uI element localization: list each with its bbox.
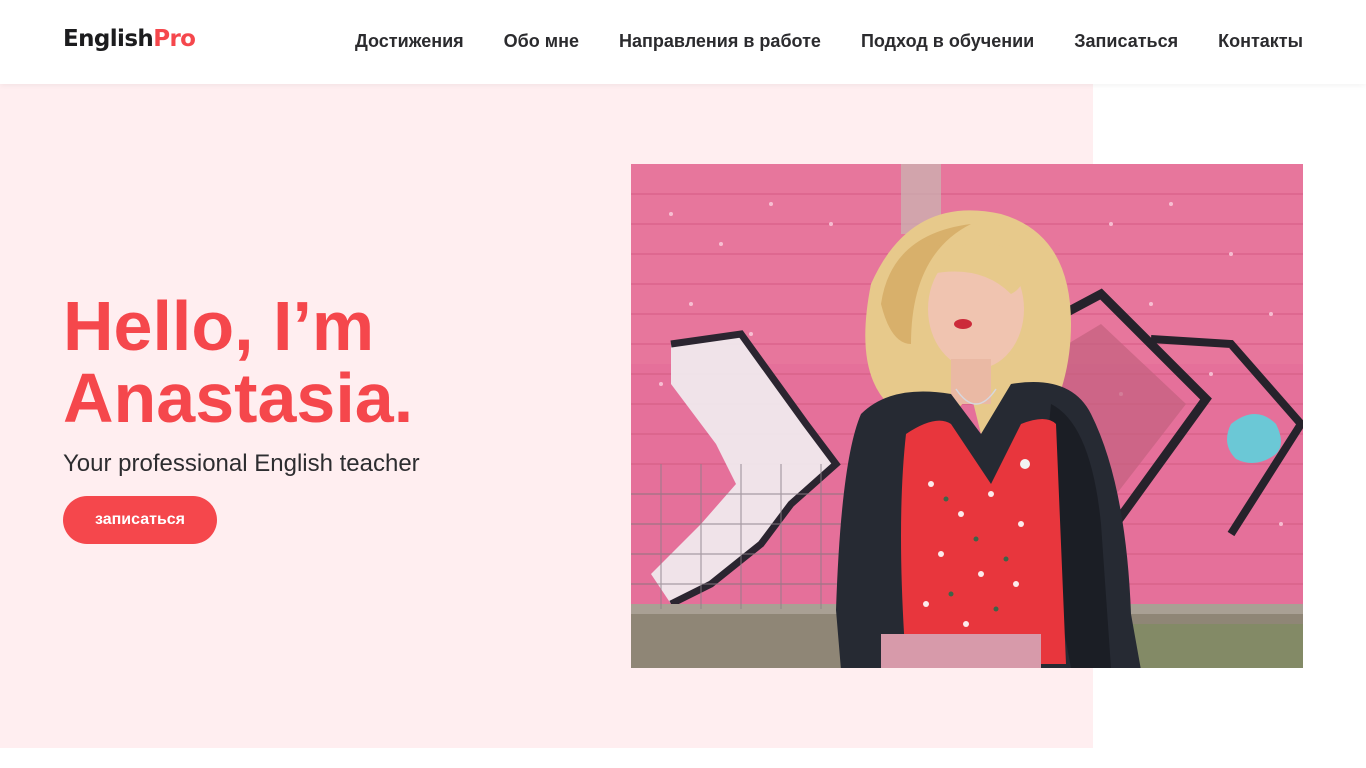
- logo-english: English: [63, 26, 154, 52]
- logo[interactable]: EnglishPro: [63, 24, 196, 54]
- signup-button[interactable]: записаться: [63, 496, 217, 544]
- main-nav: Достижения Обо мне Направления в работе …: [355, 30, 1303, 52]
- nav-item-signup[interactable]: Записаться: [1074, 30, 1178, 52]
- hero-subtitle: Your professional English teacher: [63, 450, 420, 477]
- hero-title: Hello, I’m Anastasia.: [63, 290, 413, 434]
- nav-item-directions[interactable]: Направления в работе: [619, 30, 821, 52]
- nav-item-approach[interactable]: Подход в обучении: [861, 30, 1034, 52]
- site-header: EnglishPro Достижения Обо мне Направлени…: [0, 0, 1366, 84]
- hero-title-line1: Hello, I’m: [63, 287, 375, 365]
- nav-item-contacts[interactable]: Контакты: [1218, 30, 1303, 52]
- nav-item-about[interactable]: Обо мне: [504, 30, 579, 52]
- nav-item-achievements[interactable]: Достижения: [355, 30, 464, 52]
- teacher-photo: [631, 164, 1303, 668]
- hero-title-line2: Anastasia.: [63, 359, 414, 437]
- logo-pro: Pro: [153, 26, 196, 52]
